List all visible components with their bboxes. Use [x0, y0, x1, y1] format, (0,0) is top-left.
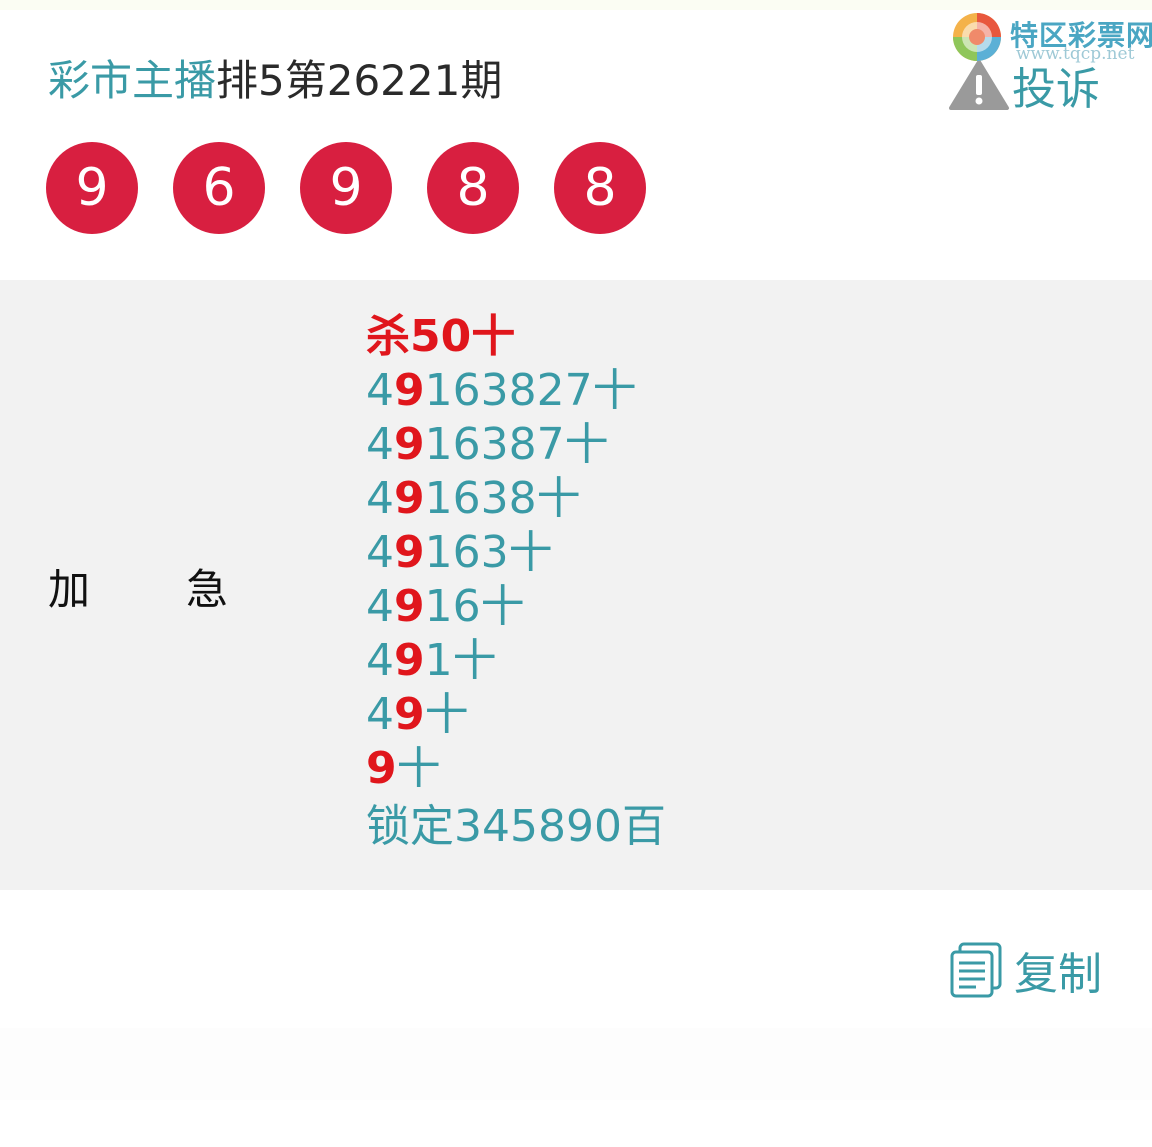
draw-ball: 6: [173, 142, 265, 234]
line-prefix: 4: [366, 581, 394, 632]
page: 彩市主播排5第26221期 投诉 9 6 9 8 8 特区彩票网 www.tqc…: [0, 0, 1152, 1147]
line-highlight: 9: [394, 689, 425, 740]
line-highlight: 9: [394, 473, 425, 524]
watermark-url: www.tqcp.net: [1016, 44, 1135, 64]
bottom-strip: [0, 1028, 1152, 1100]
lock-line: 锁定345890百: [366, 801, 666, 852]
prediction-line: 49163827十: [366, 364, 666, 418]
draw-ball: 9: [46, 142, 138, 234]
draw-numbers: 9 6 9 8 8: [46, 142, 646, 234]
line-suffix: 163827十: [424, 365, 637, 416]
line-suffix: 16387十: [424, 419, 609, 470]
prediction-line: 49十: [366, 688, 666, 742]
site-logo-icon: [953, 13, 1001, 61]
draw-ball: 8: [554, 142, 646, 234]
urgent-tag-char: 加: [48, 565, 91, 614]
line-highlight: 9: [394, 635, 425, 686]
line-prefix: 4: [366, 365, 394, 416]
urgent-tag: 加急: [48, 556, 228, 617]
line-prefix: 4: [366, 527, 394, 578]
line-suffix: 十: [424, 689, 469, 740]
warning-triangle-icon: [949, 60, 1009, 110]
copy-document-icon: [950, 942, 1002, 998]
prediction-line: 9十: [366, 742, 666, 796]
line-suffix: 1638十: [424, 473, 581, 524]
page-title: 彩市主播排5第26221期: [48, 56, 502, 106]
line-suffix: 163十: [424, 527, 553, 578]
source-label[interactable]: 彩市主播: [48, 56, 216, 105]
prediction-line: 4916十: [366, 580, 666, 634]
line-prefix: 4: [366, 689, 394, 740]
line-prefix: 4: [366, 635, 394, 686]
prediction-lines: 杀50十 49163827十 4916387十 491638十 49163十 4…: [366, 310, 666, 854]
line-highlight: 9: [394, 581, 425, 632]
top-strip: [0, 0, 1152, 10]
copy-button[interactable]: 复制: [948, 938, 1102, 1002]
line-prefix: 4: [366, 419, 394, 470]
line-highlight: 9: [366, 743, 397, 794]
prediction-line: 4916387十: [366, 418, 666, 472]
prediction-panel: 加急 杀50十 49163827十 4916387十 491638十 49163…: [0, 280, 1152, 890]
site-watermark: 特区彩票网 www.tqcp.net: [950, 10, 1152, 66]
line-suffix: 16十: [424, 581, 525, 632]
urgent-tag-char: 急: [186, 565, 229, 614]
line-highlight: 9: [394, 365, 425, 416]
draw-ball: 8: [427, 142, 519, 234]
line-suffix: 十: [396, 743, 441, 794]
line-suffix: 1十: [424, 635, 497, 686]
complain-button[interactable]: 投诉: [948, 58, 1100, 115]
issue-title: 排5第26221期: [216, 56, 503, 105]
bottom-strip-lower: [0, 1100, 1152, 1147]
kill-line: 杀50十: [366, 311, 516, 362]
draw-ball: 9: [300, 142, 392, 234]
footer: 复制: [0, 890, 1152, 1028]
line-highlight: 9: [394, 419, 425, 470]
line-prefix: 4: [366, 473, 394, 524]
prediction-line: 491638十: [366, 472, 666, 526]
prediction-line: 491十: [366, 634, 666, 688]
prediction-line: 49163十: [366, 526, 666, 580]
line-highlight: 9: [394, 527, 425, 578]
copy-label: 复制: [1014, 949, 1102, 1000]
